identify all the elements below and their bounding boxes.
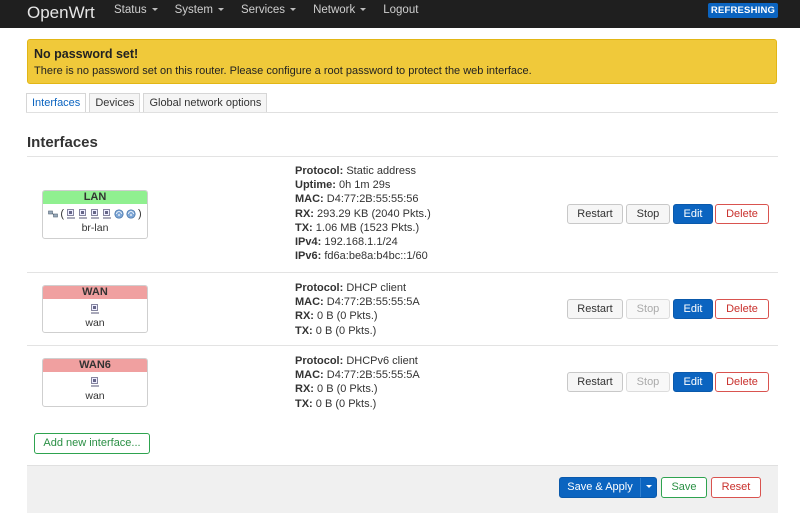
row-divider xyxy=(27,272,778,273)
ethernet-port-icon xyxy=(67,209,75,219)
info-line: Uptime: 0h 1m 29s xyxy=(295,179,391,192)
info-line: RX: 0 B (0 Pkts.) xyxy=(295,310,378,323)
alert-text: There is no password set on this router.… xyxy=(34,65,532,77)
device-name: br-lan xyxy=(81,222,109,234)
info-line: MAC: D4:77:2B:55:55:56 xyxy=(295,193,419,206)
reset-button[interactable]: Reset xyxy=(711,477,761,498)
menu-logout[interactable]: Logout xyxy=(383,0,418,28)
stop-button[interactable]: Stop xyxy=(626,372,670,392)
interface-name: WAN6 xyxy=(43,359,147,372)
device-icons: ( ) xyxy=(43,207,147,221)
delete-button[interactable]: Delete xyxy=(715,299,769,319)
info-line: RX: 293.29 KB (2040 Pkts.) xyxy=(295,207,431,220)
info-line: MAC: D4:77:2B:55:55:5A xyxy=(295,296,420,309)
delete-button[interactable]: Delete xyxy=(715,204,769,224)
device-icons xyxy=(43,375,147,389)
bridge-icon xyxy=(48,210,59,218)
caret-down-icon xyxy=(217,8,224,11)
row-divider xyxy=(27,156,778,157)
delete-button[interactable]: Delete xyxy=(715,372,769,392)
navbar: OpenWrt Status System Services Network L… xyxy=(0,0,800,28)
info-line: Protocol: DHCP client xyxy=(295,282,407,294)
caret-down-icon xyxy=(646,485,652,488)
edit-button[interactable]: Edit xyxy=(673,372,713,392)
interface-badge-lan: LAN ( ) br-lan xyxy=(42,190,148,239)
caret-down-icon xyxy=(360,8,367,11)
interface-name: LAN xyxy=(43,191,147,204)
menu-network[interactable]: Network xyxy=(313,0,367,28)
info-line: Protocol: Static address xyxy=(295,165,417,177)
interface-badge-wan: WAN wan xyxy=(42,285,148,333)
device-icons xyxy=(43,302,147,316)
device-name: wan xyxy=(85,317,105,329)
info-line: IPv6: fd6a:be8a:b4bc::1/60 xyxy=(295,250,428,263)
menu-status[interactable]: Status xyxy=(114,0,158,28)
tab-global-network-options[interactable]: Global network options xyxy=(143,93,268,113)
row-divider xyxy=(27,345,778,346)
interface-info-wan6: Protocol: DHCPv6 client MAC: D4:77:2B:55… xyxy=(295,354,420,411)
stop-button[interactable]: Stop xyxy=(626,299,670,319)
interface-info-wan: Protocol: DHCP client MAC: D4:77:2B:55:5… xyxy=(295,281,420,338)
info-line: Protocol: DHCPv6 client xyxy=(295,355,418,367)
restart-button[interactable]: Restart xyxy=(567,372,623,392)
device-name: wan xyxy=(85,390,105,402)
save-apply-button[interactable]: Save & Apply xyxy=(560,478,640,496)
info-line: IPv4: 192.168.1.1/24 xyxy=(295,236,398,249)
tab-devices[interactable]: Devices xyxy=(89,93,141,113)
ethernet-port-icon xyxy=(91,209,99,219)
info-line: TX: 0 B (0 Pkts.) xyxy=(295,397,377,410)
save-button[interactable]: Save xyxy=(661,477,707,498)
save-apply-split-button: Save & Apply xyxy=(559,477,657,498)
tab-interfaces[interactable]: Interfaces xyxy=(26,93,87,113)
ethernet-port-icon xyxy=(79,209,87,219)
alert-title: No password set! xyxy=(34,47,139,61)
add-new-interface-button[interactable]: Add new interface... xyxy=(34,433,150,454)
interface-info-lan: Protocol: Static address Uptime: 0h 1m 2… xyxy=(295,164,431,263)
restart-button[interactable]: Restart xyxy=(567,299,623,319)
tab-divider xyxy=(26,112,778,113)
section-title: Interfaces xyxy=(27,134,98,151)
edit-button[interactable]: Edit xyxy=(673,204,713,224)
refreshing-badge[interactable]: REFRESHING xyxy=(708,3,778,18)
tab-bar: Interfaces Devices Global network option… xyxy=(26,93,270,113)
brand-logo[interactable]: OpenWrt xyxy=(27,3,95,23)
ethernet-port-icon xyxy=(91,304,99,314)
edit-button[interactable]: Edit xyxy=(673,299,713,319)
info-line: RX: 0 B (0 Pkts.) xyxy=(295,383,378,396)
save-apply-dropdown[interactable] xyxy=(640,478,657,497)
caret-down-icon xyxy=(151,8,158,11)
main-menu: Status System Services Network Logout xyxy=(114,0,435,28)
caret-down-icon xyxy=(290,8,297,11)
wireless-icon xyxy=(114,209,124,219)
menu-services[interactable]: Services xyxy=(241,0,297,28)
info-line: MAC: D4:77:2B:55:55:5A xyxy=(295,369,420,382)
no-password-alert: No password set! There is no password se… xyxy=(27,39,777,84)
restart-button[interactable]: Restart xyxy=(567,204,623,224)
menu-system[interactable]: System xyxy=(175,0,224,28)
stop-button[interactable]: Stop xyxy=(626,204,670,224)
interface-name: WAN xyxy=(43,286,147,299)
interface-badge-wan6: WAN6 wan xyxy=(42,358,148,407)
ethernet-port-icon xyxy=(91,377,99,387)
info-line: TX: 1.06 MB (1523 Pkts.) xyxy=(295,221,420,234)
wireless-icon xyxy=(126,209,136,219)
info-line: TX: 0 B (0 Pkts.) xyxy=(295,324,377,337)
ethernet-port-icon xyxy=(103,209,111,219)
